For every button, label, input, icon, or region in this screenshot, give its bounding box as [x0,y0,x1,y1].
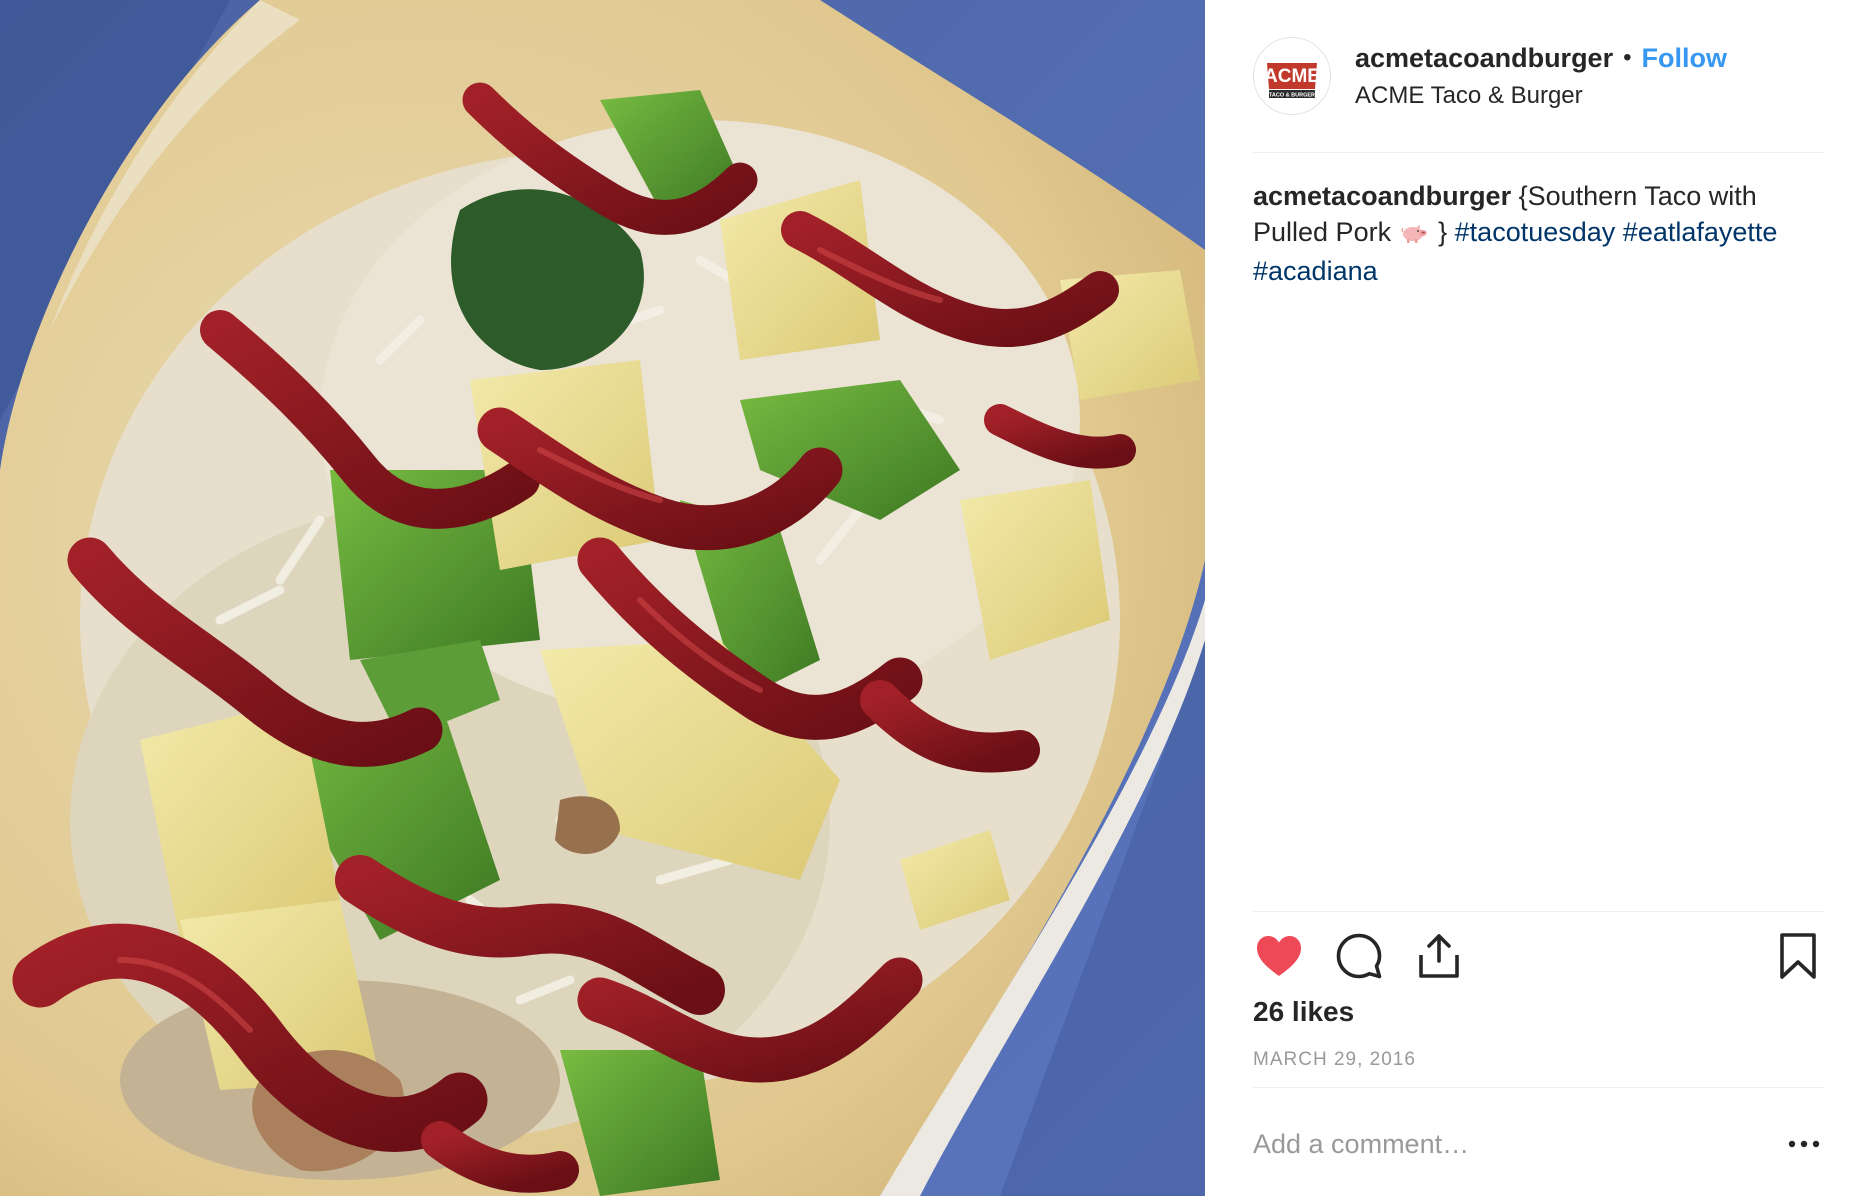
actions-divider [1253,911,1824,912]
more-horizontal-icon [1788,1140,1820,1148]
hashtag-link[interactable]: #tacotuesday [1455,217,1616,247]
like-button[interactable] [1253,930,1305,982]
taco-photo-illustration [0,0,1205,1196]
share-button[interactable] [1413,930,1465,982]
header-text: acmetacoandburger • Follow ACME Taco & B… [1355,43,1727,110]
post-date[interactable]: MARCH 29, 2016 [1253,1049,1416,1071]
post-photo[interactable] [0,0,1205,1196]
caption-text-end: } [1438,217,1448,247]
header-divider [1253,152,1824,153]
header-top-row: acmetacoandburger • Follow [1355,43,1727,74]
comment-divider [1253,1087,1824,1088]
caption-username-link[interactable]: acmetacoandburger [1253,181,1511,211]
comment-button[interactable] [1333,930,1385,982]
post-caption: acmetacoandburger {Southern Taco with Pu… [1253,178,1830,289]
avatar-logo-subtext: TACO & BURGER [1269,93,1315,99]
hashtag-link[interactable]: #acadiana [1253,256,1378,286]
comment-icon [1336,933,1382,979]
save-button[interactable] [1772,930,1824,982]
post-side-panel: ACME TACO & BURGER acmetacoandburger • F… [1205,0,1866,1196]
share-icon [1419,934,1459,978]
hashtag-link[interactable]: #eatlafayette [1623,217,1778,247]
acme-logo-icon: ACME TACO & BURGER [1258,42,1326,110]
likes-count[interactable]: 26 likes [1253,996,1354,1028]
instagram-post: ACME TACO & BURGER acmetacoandburger • F… [0,0,1866,1196]
follow-button[interactable]: Follow [1642,43,1727,74]
bookmark-icon [1780,933,1816,979]
avatar-logo-text: ACME [1264,66,1320,87]
location-link[interactable]: ACME Taco & Burger [1355,82,1727,110]
comment-input[interactable] [1253,1124,1753,1164]
heart-filled-icon [1257,936,1301,976]
action-bar [1253,928,1824,984]
username-link[interactable]: acmetacoandburger [1355,43,1613,74]
post-header: ACME TACO & BURGER acmetacoandburger • F… [1253,37,1824,115]
pig-icon [1400,217,1427,253]
separator-dot: • [1623,44,1632,71]
more-options-button[interactable] [1784,1124,1824,1164]
avatar[interactable]: ACME TACO & BURGER [1253,37,1331,115]
